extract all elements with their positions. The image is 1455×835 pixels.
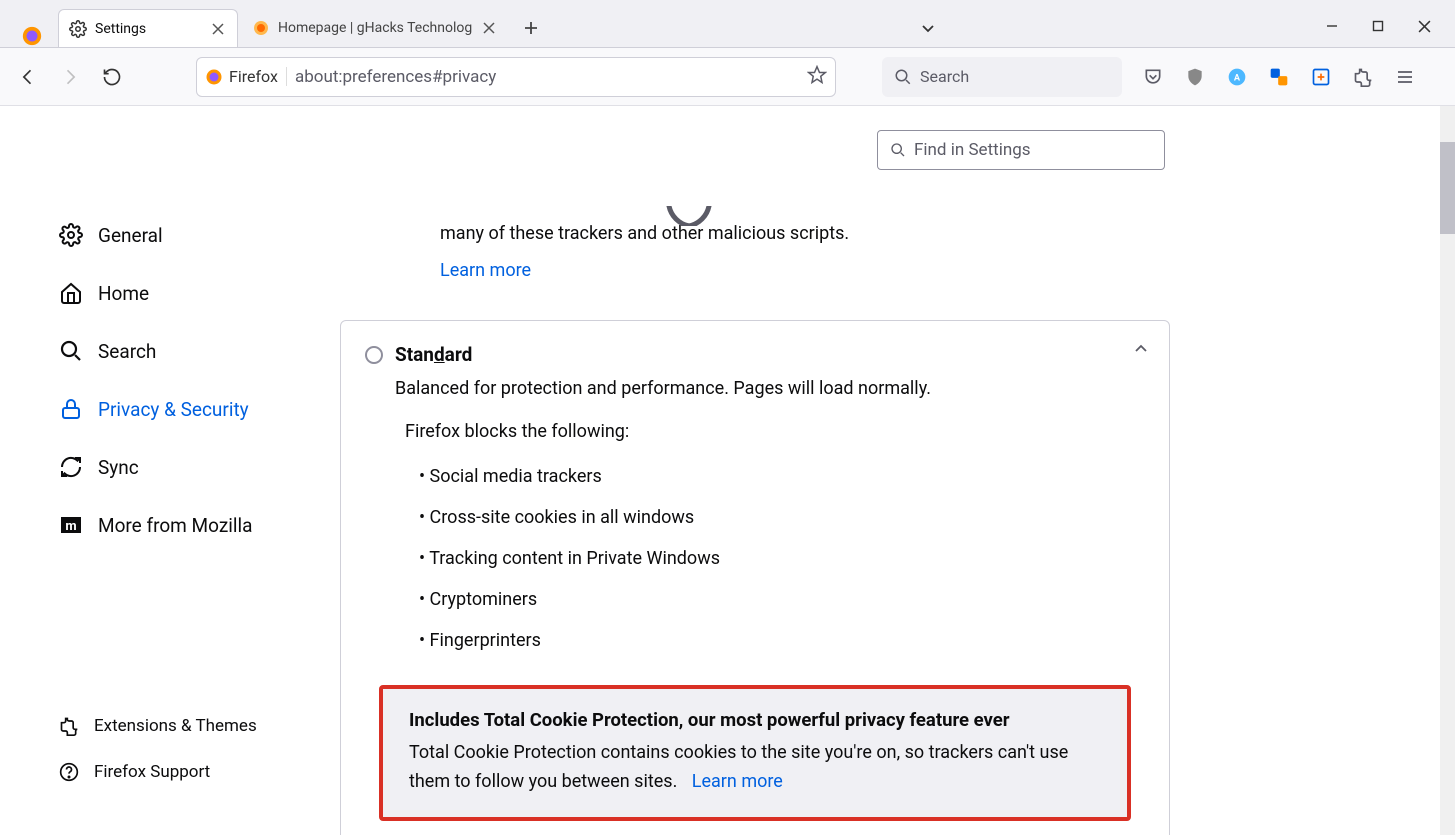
sidebar-item-privacy[interactable]: Privacy & Security — [0, 380, 310, 438]
sidebar-footer-support[interactable]: Firefox Support — [58, 749, 310, 795]
list-item: Social media trackers — [419, 456, 1145, 497]
svg-text:m: m — [65, 519, 76, 534]
minimize-button[interactable] — [1309, 9, 1355, 43]
svg-text:A: A — [1234, 73, 1241, 83]
intro-line: many of these trackers and other malicio… — [440, 220, 1170, 247]
tab-bar: Settings Homepage | gHacks Technolog — [0, 0, 1455, 48]
sidebar-item-label: General — [98, 224, 163, 247]
settings-main: Find in Settings many of these trackers … — [310, 106, 1455, 835]
close-icon[interactable] — [480, 19, 498, 37]
gear-icon — [58, 222, 84, 248]
intro-paragraph: many of these trackers and other malicio… — [440, 220, 1170, 284]
settings-search-input[interactable]: Find in Settings — [877, 130, 1165, 170]
site-icon — [252, 19, 270, 37]
shield-icon — [665, 206, 713, 226]
content-area: General Home Search Privacy & Security — [0, 106, 1455, 835]
sidebar-item-label: Search — [98, 340, 156, 363]
sidebar-item-label: Privacy & Security — [98, 398, 249, 421]
list-item: Cryptominers — [419, 579, 1145, 620]
search-icon — [894, 68, 912, 86]
maximize-button[interactable] — [1355, 9, 1401, 43]
translate-icon[interactable] — [1262, 60, 1296, 94]
scrollbar-track[interactable] — [1440, 106, 1455, 835]
sidebar-item-search[interactable]: Search — [0, 322, 310, 380]
tab-ghacks[interactable]: Homepage | gHacks Technolog — [242, 9, 508, 47]
sidebar-item-label: Firefox Support — [94, 762, 210, 782]
sidebar-item-label: Home — [98, 282, 149, 305]
blocks-label: Firefox blocks the following: — [405, 421, 1145, 442]
standard-radio[interactable] — [365, 346, 383, 364]
search-placeholder: Search — [920, 67, 969, 86]
learn-more-link[interactable]: Learn more — [440, 257, 531, 284]
tab-settings[interactable]: Settings — [58, 9, 238, 47]
firefox-menu-icon[interactable] — [8, 25, 56, 47]
back-button[interactable] — [10, 59, 46, 95]
search-bar[interactable]: Search — [882, 57, 1122, 97]
sidebar-item-home[interactable]: Home — [0, 264, 310, 322]
mozilla-icon: m — [58, 512, 84, 538]
sidebar-footer-extensions[interactable]: Extensions & Themes — [58, 703, 310, 749]
chevron-up-icon[interactable] — [1133, 341, 1149, 361]
toolbar: Firefox about:preferences#privacy Search… — [0, 48, 1455, 106]
sync-icon — [58, 454, 84, 480]
sidebar-item-label: Extensions & Themes — [94, 716, 257, 736]
home-icon — [58, 280, 84, 306]
site-identity[interactable]: Firefox — [205, 67, 287, 86]
identity-label: Firefox — [229, 67, 278, 86]
window-controls — [1309, 9, 1447, 43]
sidebar-item-label: More from Mozilla — [98, 514, 252, 537]
extension-b-icon[interactable] — [1304, 60, 1338, 94]
settings-search-placeholder: Find in Settings — [914, 140, 1031, 160]
pocket-icon[interactable] — [1136, 60, 1170, 94]
gear-icon — [69, 20, 87, 38]
sidebar-item-general[interactable]: General — [0, 206, 310, 264]
standard-title: Standard — [395, 343, 472, 366]
tab-label: Settings — [95, 21, 201, 37]
close-icon[interactable] — [209, 20, 227, 38]
new-tab-button[interactable] — [516, 13, 546, 43]
forward-button[interactable] — [52, 59, 88, 95]
list-item: Fingerprinters — [419, 620, 1145, 661]
tcp-learn-more-link[interactable]: Learn more — [692, 768, 783, 797]
extension-a-icon[interactable]: A — [1220, 60, 1254, 94]
reload-button[interactable] — [94, 59, 130, 95]
lock-icon — [58, 396, 84, 422]
blocks-list: Social media trackers Cross-site cookies… — [419, 456, 1145, 661]
sidebar-item-sync[interactable]: Sync — [0, 438, 310, 496]
standard-description: Balanced for protection and performance.… — [395, 378, 1145, 399]
ublock-icon[interactable] — [1178, 60, 1212, 94]
settings-sidebar: General Home Search Privacy & Security — [0, 106, 310, 835]
search-icon — [890, 142, 906, 158]
tcp-title: Includes Total Cookie Protection, our mo… — [409, 709, 1101, 731]
sidebar-item-more-mozilla[interactable]: m More from Mozilla — [0, 496, 310, 554]
hamburger-menu-icon[interactable] — [1388, 60, 1422, 94]
tcp-description: Total Cookie Protection contains cookies… — [409, 739, 1101, 797]
etp-standard-card: Standard Balanced for protection and per… — [340, 320, 1170, 835]
tabs-dropdown-button[interactable] — [913, 13, 943, 43]
puzzle-icon — [58, 715, 80, 737]
tab-label: Homepage | gHacks Technolog — [278, 20, 472, 36]
extensions-icon[interactable] — [1346, 60, 1380, 94]
list-item: Tracking content in Private Windows — [419, 538, 1145, 579]
sidebar-item-label: Sync — [98, 456, 139, 479]
tcp-highlight-box: Includes Total Cookie Protection, our mo… — [379, 685, 1131, 821]
list-item: Cross-site cookies in all windows — [419, 497, 1145, 538]
help-icon — [58, 761, 80, 783]
address-bar[interactable]: Firefox about:preferences#privacy — [196, 57, 836, 97]
scrollbar-thumb[interactable] — [1440, 142, 1455, 234]
toolbar-icons: A — [1136, 60, 1422, 94]
search-icon — [58, 338, 84, 364]
close-window-button[interactable] — [1401, 9, 1447, 43]
bookmark-star-icon[interactable] — [807, 65, 827, 89]
url-text: about:preferences#privacy — [295, 67, 799, 87]
